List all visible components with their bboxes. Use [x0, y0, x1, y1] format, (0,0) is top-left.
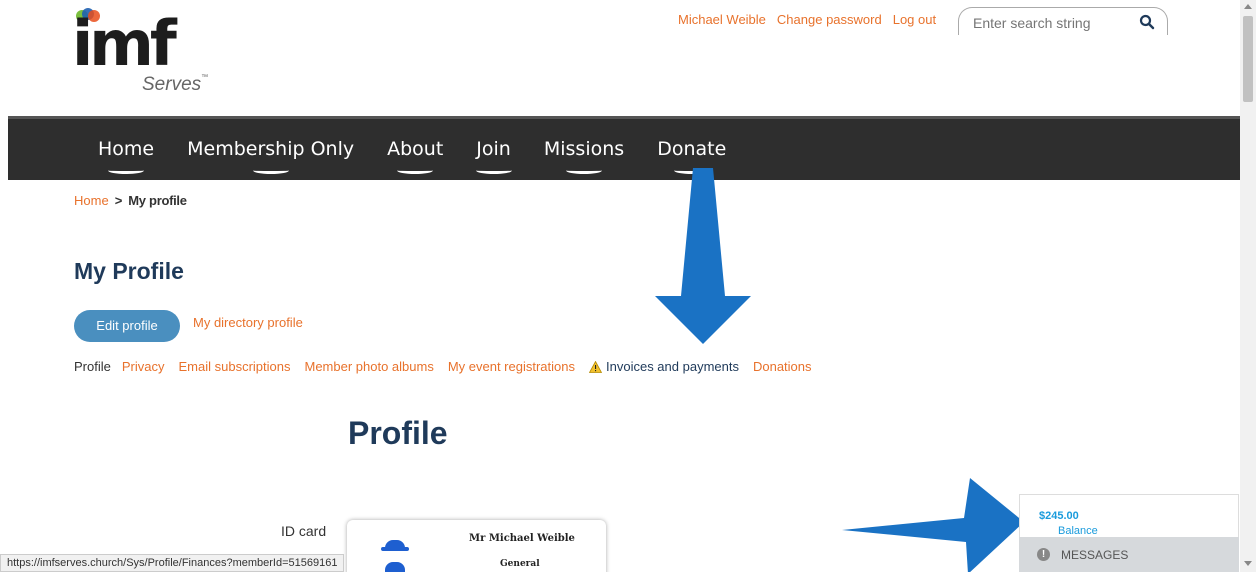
nav-underline-icon — [397, 167, 434, 174]
search-icon[interactable] — [1139, 14, 1155, 30]
site-logo[interactable]: imf Serves™ — [72, 6, 232, 96]
balance-due-panel[interactable]: Balance due: $245.00 — [1019, 494, 1239, 549]
tab-profile[interactable]: Profile — [74, 359, 111, 374]
breadcrumb-current: My profile — [128, 193, 187, 208]
profile-tabs: Profile Privacy Email subscriptions Memb… — [74, 359, 812, 374]
nav-underline-icon — [108, 167, 145, 174]
messages-label: MESSAGES — [1061, 548, 1129, 562]
search-input[interactable] — [973, 15, 1123, 31]
scroll-down-icon[interactable] — [1244, 561, 1252, 566]
breadcrumb-home-link[interactable]: Home — [74, 193, 109, 208]
search-box — [958, 7, 1168, 35]
tab-invoices-and-payments[interactable]: Invoices and payments — [589, 359, 739, 374]
id-card: Mr Michael Weible General — [347, 520, 606, 572]
balance-amount: $245.00 — [1039, 510, 1079, 522]
nav-item-donate[interactable]: Donate — [657, 138, 726, 174]
nav-underline-icon — [252, 167, 289, 174]
page-title: My Profile — [74, 258, 184, 284]
logo-wordmark: imf — [72, 7, 177, 80]
breadcrumb-separator: > — [114, 193, 123, 208]
tab-privacy[interactable]: Privacy — [122, 359, 165, 374]
tab-donations[interactable]: Donations — [753, 359, 812, 374]
directory-profile-link[interactable]: My directory profile — [193, 315, 303, 330]
avatar-body — [385, 562, 405, 572]
nav-underline-icon — [566, 167, 603, 174]
tab-email-subscriptions[interactable]: Email subscriptions — [178, 359, 290, 374]
status-url: https://imfserves.church/Sys/Profile/Fin… — [0, 554, 345, 572]
id-card-name: Mr Michael Weible — [469, 533, 575, 544]
annotation-arrow-down-icon — [655, 168, 751, 344]
id-card-level: General — [500, 559, 540, 569]
tab-member-photo-albums[interactable]: Member photo albums — [304, 359, 433, 374]
edit-profile-button[interactable]: Edit profile — [74, 310, 180, 342]
main-nav: Home Membership Only About Join Missions… — [8, 116, 1240, 180]
messages-bar[interactable]: ! MESSAGES — [1019, 537, 1239, 572]
user-name-link[interactable]: Michael Weible — [678, 12, 766, 27]
vertical-scrollbar[interactable] — [1240, 0, 1256, 572]
nav-item-join[interactable]: Join — [475, 138, 512, 174]
scroll-up-icon[interactable] — [1244, 4, 1252, 9]
breadcrumb: Home > My profile — [74, 193, 187, 208]
logo-tagline: Serves™ — [142, 74, 209, 95]
scroll-thumb[interactable] — [1243, 16, 1253, 102]
nav-item-about[interactable]: About — [387, 138, 443, 174]
section-title: Profile — [348, 415, 448, 451]
nav-item-missions[interactable]: Missions — [544, 138, 624, 174]
logout-link[interactable]: Log out — [893, 12, 936, 27]
nav-underline-icon — [475, 167, 512, 174]
annotation-arrow-right-icon — [842, 478, 1024, 572]
account-links: Michael Weible Change password Log out — [678, 12, 936, 27]
id-card-label: ID card — [281, 523, 327, 539]
nav-item-membership-only[interactable]: Membership Only — [187, 138, 354, 174]
tab-event-registrations[interactable]: My event registrations — [448, 359, 575, 374]
warning-icon — [589, 360, 602, 373]
change-password-link[interactable]: Change password — [777, 12, 882, 27]
avatar-hat-brim — [381, 547, 409, 551]
nav-item-home[interactable]: Home — [98, 138, 154, 174]
tab-invoices-label: Invoices and payments — [606, 359, 739, 374]
alert-icon: ! — [1037, 548, 1050, 561]
